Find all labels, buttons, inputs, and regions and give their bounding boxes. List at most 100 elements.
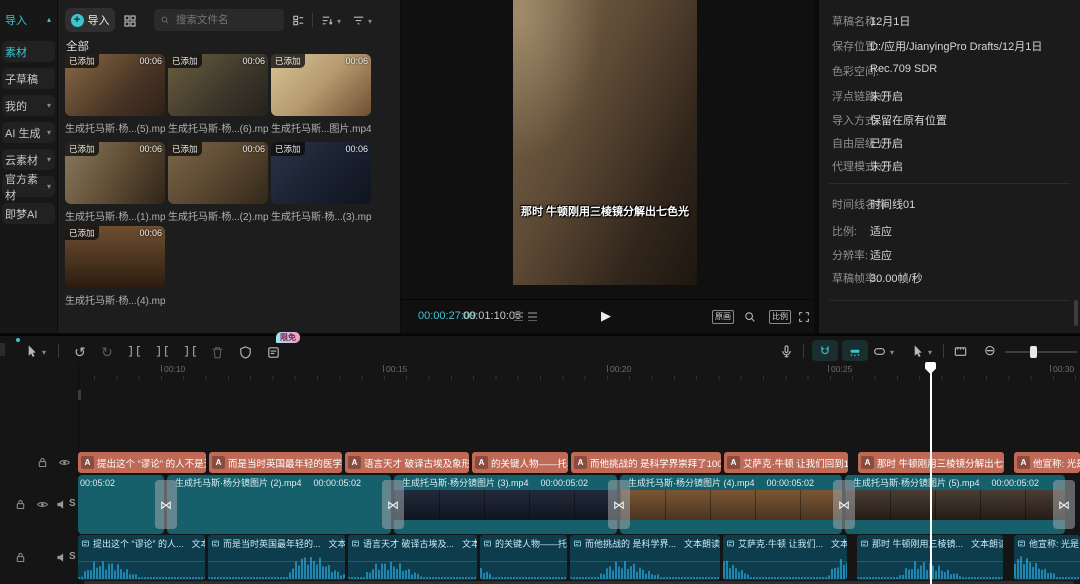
preview-panel: 那时 牛顿刚用三棱镜分解出七色光 00:00:27:09 00:01:10:05… xyxy=(401,0,814,333)
preview-axis-icon[interactable] xyxy=(953,344,968,359)
transition-marker[interactable]: ⋈ xyxy=(608,480,630,529)
quality-button[interactable]: 原画 xyxy=(712,310,734,324)
sidebar-item-import[interactable]: 导入 ▴ xyxy=(2,9,55,30)
text-clip[interactable]: A 而是当时英国最年轻的医学教授 xyxy=(209,452,342,473)
timeline-zoom-handle[interactable] xyxy=(1030,346,1037,358)
fullscreen-icon[interactable] xyxy=(797,310,811,324)
lock-icon[interactable] xyxy=(14,551,27,564)
chevron-down-icon[interactable]: ▾ xyxy=(928,348,932,357)
import-button[interactable]: + 导入 xyxy=(65,8,115,32)
compact-view-icon[interactable] xyxy=(291,13,306,28)
solo-button[interactable]: S xyxy=(69,498,76,509)
speaker-icon[interactable] xyxy=(55,498,68,511)
audio-clip[interactable]: 他宣称: 光是 xyxy=(1014,535,1080,580)
media-card-thumbnail[interactable]: 已添加 00:06 xyxy=(168,54,268,116)
transition-marker[interactable]: ⋈ xyxy=(833,480,855,529)
text-clip[interactable]: A 艾萨克·牛顿 让我们回到17世纪 xyxy=(724,452,848,473)
audio-clip[interactable]: 语言天才 破译古埃及...文本朗读 xyxy=(348,535,477,580)
ratio-button[interactable]: 比例 xyxy=(769,310,791,324)
filter-all-label[interactable]: 全部 xyxy=(66,38,89,54)
audio-clip[interactable]: 而是当时英国最年轻的...文本朗读 xyxy=(208,535,345,580)
video-clip[interactable]: 00:05:02 xyxy=(78,475,164,534)
frame-step-icon[interactable] xyxy=(528,312,537,321)
sidebar-item-mine[interactable]: 我的 ▾ xyxy=(2,95,55,116)
audio-clip[interactable]: 提出这个 “谬论” 的人...文本朗读 xyxy=(78,535,205,580)
media-card-thumbnail[interactable]: 已添加 00:06 xyxy=(168,142,268,204)
chevron-down-icon[interactable]: ▾ xyxy=(42,348,46,357)
chevron-up-icon: ▴ xyxy=(47,15,51,24)
divider xyxy=(829,300,1070,301)
auto-snap-toggle[interactable] xyxy=(842,340,868,361)
lock-icon[interactable] xyxy=(14,498,27,511)
audio-clip[interactable]: 的关键人物——托马斯 xyxy=(480,535,567,580)
prop-value: 未开启 xyxy=(870,88,903,104)
video-clip-duration: 00:00:05:02 xyxy=(541,478,589,488)
mask-icon[interactable] xyxy=(238,345,253,360)
audio-clip[interactable]: 艾萨克·牛顿 让我们...文本朗读 播 xyxy=(723,535,847,580)
eye-icon[interactable] xyxy=(58,456,71,469)
record-voiceover-icon[interactable] xyxy=(779,344,794,359)
text-clip[interactable]: A 提出这个 “谬论” 的人不是无名 xyxy=(78,452,206,473)
audio-clip[interactable]: 而他挑战的 是科学界...文本朗读 播音男 xyxy=(570,535,720,580)
video-clip[interactable]: 生成托马斯·杨分镜图片 (2).mp400:00:05:02 xyxy=(167,475,391,534)
transition-marker[interactable]: ⋈ xyxy=(1053,480,1075,529)
sidebar-item-ai-generate[interactable]: AI 生成 ▾ xyxy=(2,122,55,143)
sidebar-item-subdraft[interactable]: 子草稿 xyxy=(2,68,55,89)
delete-icon[interactable] xyxy=(210,345,225,360)
filter-icon[interactable] xyxy=(351,13,366,28)
play-button[interactable]: ▶ xyxy=(601,308,611,324)
playhead-line[interactable] xyxy=(930,362,932,584)
search-input[interactable] xyxy=(174,13,278,27)
delete-right-button[interactable]: ][ xyxy=(181,342,201,362)
zoom-out-button[interactable]: ⊖ xyxy=(984,342,996,359)
split-clip-button[interactable]: ][ xyxy=(125,342,145,362)
video-clip[interactable]: 生成托马斯·杨分镜图片 (3).mp400:00:05:02 xyxy=(394,475,617,534)
video-clip[interactable]: 生成托马斯·杨分镜图片 (4).mp400:00:05:02 xyxy=(620,475,842,534)
audio-waveform xyxy=(723,549,847,579)
timeline-zoom-slider[interactable] xyxy=(1005,351,1077,353)
video-clip[interactable]: 生成托马斯·杨分镜图片 (5).mp400:00:05:02 xyxy=(845,475,1065,534)
zoom-focus-icon[interactable] xyxy=(743,310,757,324)
media-card-thumbnail[interactable]: 已添加 00:06 xyxy=(65,54,165,116)
frame-step-icon[interactable] xyxy=(514,312,523,321)
redo-button[interactable]: ↻ xyxy=(97,342,117,362)
media-card-thumbnail[interactable]: 已添加 00:06 xyxy=(271,54,371,116)
magnetic-snap-toggle[interactable] xyxy=(812,340,838,361)
sidebar-item-official[interactable]: 官方素材 ▾ xyxy=(2,176,55,197)
audio-waveform xyxy=(208,549,345,579)
media-card-thumbnail[interactable]: 已添加 00:06 xyxy=(65,142,165,204)
chevron-down-icon[interactable]: ▾ xyxy=(337,17,341,26)
video-filmstrip xyxy=(620,490,842,520)
link-clips-icon[interactable] xyxy=(872,344,887,359)
text-clip[interactable]: A 语言天才 破译古埃及象形文字 xyxy=(345,452,469,473)
text-clip-icon: A xyxy=(727,456,740,469)
undo-button[interactable]: ↺ xyxy=(70,342,90,362)
scrollbar-thumb[interactable] xyxy=(1074,300,1078,326)
chevron-down-icon[interactable]: ▾ xyxy=(368,17,372,26)
partial-icon[interactable] xyxy=(0,343,5,356)
text-clip[interactable]: A 他宣称: 光是 xyxy=(1014,452,1080,473)
text-clip[interactable]: A 的关键人物——托马斯 xyxy=(472,452,568,473)
transition-marker[interactable]: ⋈ xyxy=(155,480,177,529)
transition-marker[interactable]: ⋈ xyxy=(382,480,404,529)
chevron-down-icon[interactable]: ▾ xyxy=(890,348,894,357)
media-card-name: 生成托马斯·杨...(5).mp4 xyxy=(65,120,165,135)
media-card-thumbnail[interactable]: 已添加 00:06 xyxy=(271,142,371,204)
eye-icon[interactable] xyxy=(36,498,49,511)
grid-view-icon[interactable] xyxy=(122,13,138,29)
linked-select-icon[interactable] xyxy=(910,344,925,359)
sidebar-item-dreamina[interactable]: 即梦AI xyxy=(2,203,55,224)
sort-icon[interactable] xyxy=(320,13,335,28)
select-tool-icon[interactable] xyxy=(24,344,39,359)
text-template-icon[interactable] xyxy=(266,345,281,360)
sidebar-item-cloud[interactable]: 云素材 ▾ xyxy=(2,149,55,170)
media-card-thumbnail[interactable]: 已添加 00:06 xyxy=(65,226,165,288)
speaker-icon[interactable] xyxy=(55,551,68,564)
sidebar-item-material[interactable]: 素材 xyxy=(2,41,55,62)
solo-button[interactable]: S xyxy=(69,551,76,562)
delete-left-button[interactable]: ][ xyxy=(153,342,173,362)
search-box[interactable] xyxy=(154,9,284,31)
lock-icon[interactable] xyxy=(36,456,49,469)
text-clip[interactable]: A 而他挑战的 是科学界崇拜了100年的神: xyxy=(571,452,721,473)
collapsed-track-indicator[interactable] xyxy=(78,390,81,400)
